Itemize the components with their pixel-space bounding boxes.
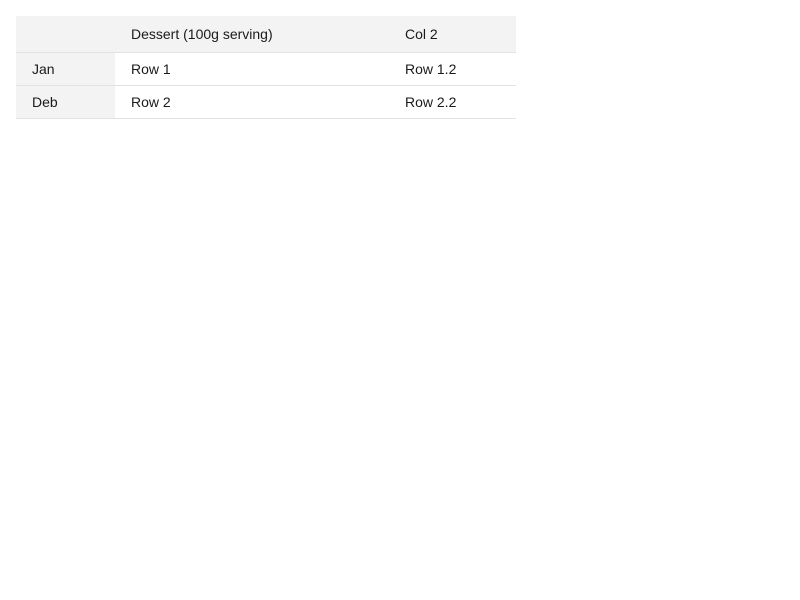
row-header-cell: Jan <box>16 52 115 86</box>
table-cell: Row 1 <box>115 52 389 86</box>
table-row: Jan Row 1 Row 1.2 <box>16 52 516 86</box>
table-header-row: Dessert (100g serving) Col 2 <box>16 16 516 53</box>
table-cell: Row 1.2 <box>389 52 516 86</box>
column-header-dessert[interactable]: Dessert (100g serving) <box>115 16 389 53</box>
column-header-corner <box>16 16 115 53</box>
data-table: Dessert (100g serving) Col 2 Jan Row 1 R… <box>16 16 516 119</box>
row-header-cell: Deb <box>16 85 115 119</box>
column-header-col2[interactable]: Col 2 <box>389 16 516 53</box>
table-cell: Row 2.2 <box>389 85 516 119</box>
table-row: Deb Row 2 Row 2.2 <box>16 85 516 119</box>
data-table-container: Dessert (100g serving) Col 2 Jan Row 1 R… <box>16 16 516 119</box>
table-cell: Row 2 <box>115 85 389 119</box>
